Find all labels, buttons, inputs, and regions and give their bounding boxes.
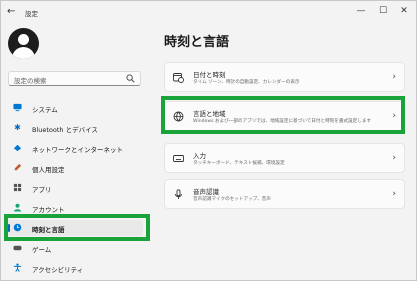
card-subtitle: Windows および一部のアプリでは、地域設定に基づいて日付と時刻を書式設定し… — [193, 119, 372, 124]
language-icon — [173, 111, 184, 122]
settings-window: ← 設定 — ☐ ✕ 設定の検索 システム ✱ Bluetooth とデバイス … — [0, 0, 417, 281]
back-arrow-icon[interactable]: ← — [7, 6, 19, 18]
window-title: 設定 — [25, 10, 38, 18]
bluetooth-icon: ✱ — [14, 123, 21, 132]
sidebar-item-label: アクセシビリティ — [32, 266, 84, 274]
globe-clock-icon — [13, 223, 22, 232]
monitor-icon — [13, 103, 22, 112]
chevron-right-icon: › — [392, 72, 396, 82]
sidebar-item-label: アカウント — [32, 206, 65, 214]
sidebar-item-label: 時刻と言語 — [32, 226, 65, 234]
sidebar-item-label: アプリ — [32, 186, 52, 194]
sidebar-item-bluetooth[interactable]: ✱ Bluetooth とデバイス — [7, 120, 143, 136]
sidebar-item-label: 個人用設定 — [32, 166, 65, 174]
card-language-region[interactable]: 言語と地域 Windows および一部のアプリでは、地域設定に基づいて日付と時刻… — [164, 101, 405, 131]
avatar-body — [12, 47, 35, 59]
close-button[interactable]: ✕ — [397, 5, 411, 17]
sidebar-item-gaming[interactable]: ゲーム — [7, 240, 143, 256]
maximize-button[interactable]: ☐ — [376, 5, 390, 17]
chevron-right-icon: › — [392, 111, 396, 121]
microphone-icon — [173, 189, 184, 200]
sidebar-item-label: システム — [32, 106, 58, 114]
gamepad-icon — [13, 243, 22, 252]
sidebar-item-label: ゲーム — [32, 246, 52, 254]
keyboard-icon — [173, 153, 184, 164]
card-title: 日付と時刻 — [193, 71, 226, 79]
card-speech[interactable]: 音声認識 音声認識マイクのセットアップ、音声 › — [164, 179, 405, 209]
apps-icon — [13, 183, 22, 192]
calendar-clock-icon — [173, 72, 184, 83]
search-icon[interactable] — [126, 74, 135, 83]
sidebar-item-label: ネットワークとインターネット — [32, 146, 123, 154]
card-title: 音声認識 — [193, 188, 219, 196]
sidebar-item-system[interactable]: システム — [7, 100, 143, 116]
sidebar-item-network[interactable]: ネットワークとインターネット — [7, 140, 143, 156]
sidebar-item-apps[interactable]: アプリ — [7, 180, 143, 196]
accessibility-icon — [13, 263, 22, 272]
chevron-right-icon: › — [392, 189, 396, 199]
page-title: 時刻と言語 — [164, 35, 230, 50]
card-subtitle: 音声認識マイクのセットアップ、音声 — [193, 197, 271, 202]
card-title: 入力 — [193, 152, 206, 160]
avatar[interactable] — [8, 28, 39, 59]
wifi-icon — [13, 143, 22, 152]
sidebar-item-accounts[interactable]: アカウント — [7, 200, 143, 216]
search-box[interactable]: 設定の検索 — [8, 71, 141, 86]
person-icon — [13, 203, 22, 212]
sidebar-item-label: Bluetooth とデバイス — [32, 126, 98, 134]
sidebar-item-accessibility[interactable]: アクセシビリティ — [7, 260, 143, 276]
card-subtitle: タイム ゾーン、時計の自動設定、カレンダーの表示 — [193, 80, 300, 85]
minimize-button[interactable]: — — [354, 5, 368, 17]
active-indicator — [8, 224, 10, 232]
search-input[interactable]: 設定の検索 — [14, 75, 47, 85]
brush-icon — [13, 163, 22, 172]
avatar-head — [18, 34, 29, 45]
title-bar: ← 設定 — ☐ ✕ — [1, 1, 416, 25]
card-title: 言語と地域 — [193, 110, 226, 118]
sidebar-item-time-language[interactable]: 時刻と言語 — [7, 220, 143, 236]
card-date-time[interactable]: 日付と時刻 タイム ゾーン、時計の自動設定、カレンダーの表示 › — [164, 62, 405, 92]
card-subtitle: タッチキーボード、テキスト候補、環境設定 — [193, 161, 285, 166]
card-typing[interactable]: 入力 タッチキーボード、テキスト候補、環境設定 › — [164, 143, 405, 173]
chevron-right-icon: › — [392, 153, 396, 163]
sidebar-item-personalization[interactable]: 個人用設定 — [7, 160, 143, 176]
